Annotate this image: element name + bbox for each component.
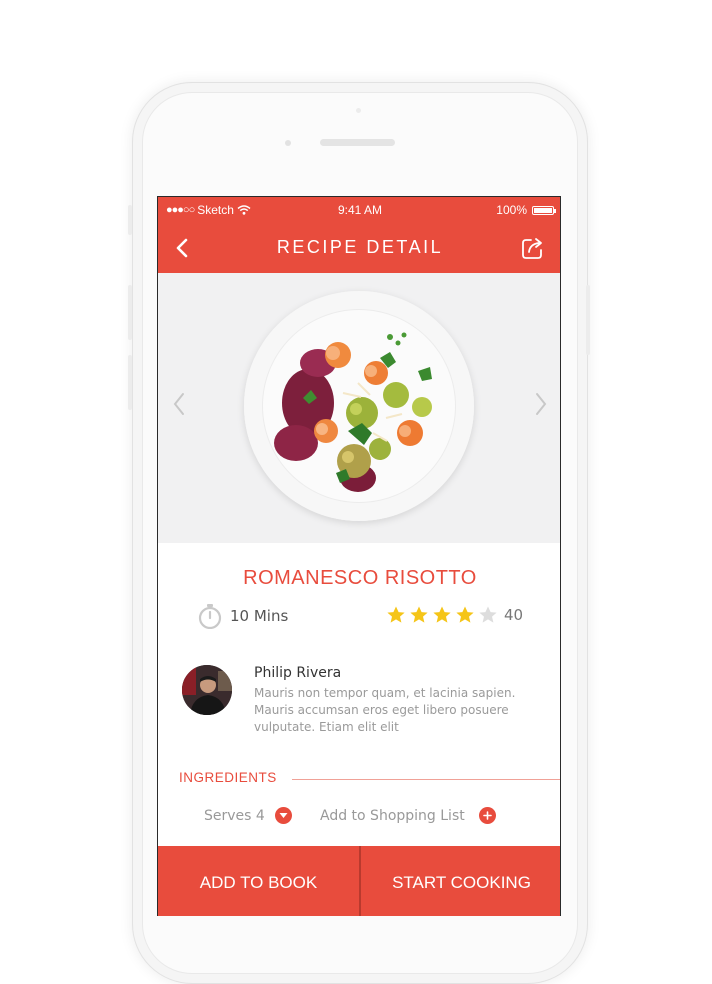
shopping-list-label: Add to Shopping List bbox=[320, 807, 465, 824]
battery-icon bbox=[532, 205, 556, 215]
stopwatch-icon bbox=[198, 604, 222, 629]
recipe-image bbox=[158, 273, 560, 543]
ingredient-options: Serves 4 Add to Shopping List bbox=[158, 807, 560, 829]
recipe-meta: 10 Mins 40 bbox=[158, 603, 560, 631]
nav-bar: RECIPE DETAIL bbox=[158, 223, 560, 273]
author-bio: Mauris non tempor quam, et lacinia sapie… bbox=[254, 686, 516, 734]
action-bar: ADD TO BOOK START COOKING bbox=[158, 846, 560, 916]
earpiece-speaker bbox=[320, 139, 395, 146]
serves-label: Serves 4 bbox=[204, 807, 265, 824]
chevron-right-icon bbox=[536, 393, 547, 415]
status-battery-group: 100% bbox=[496, 203, 556, 217]
battery-percent: 100% bbox=[496, 203, 527, 217]
share-icon bbox=[522, 238, 542, 259]
cook-time: 10 Mins bbox=[198, 603, 288, 629]
rating-stars bbox=[386, 605, 498, 625]
rating-count: 40 bbox=[504, 606, 524, 624]
start-cooking-button[interactable]: START COOKING bbox=[361, 846, 560, 916]
star-filled-icon bbox=[433, 606, 451, 623]
food-illustration bbox=[274, 332, 432, 492]
ingredients-heading: INGREDIENTS bbox=[179, 770, 277, 785]
plus-icon bbox=[478, 807, 496, 824]
page-title: RECIPE DETAIL bbox=[276, 237, 444, 257]
proximity-sensor bbox=[356, 108, 361, 113]
divider bbox=[292, 779, 560, 780]
add-to-book-button[interactable]: ADD TO BOOK bbox=[158, 846, 359, 916]
rating: 40 bbox=[386, 605, 523, 625]
share-button[interactable] bbox=[520, 235, 546, 261]
avatar[interactable] bbox=[182, 665, 232, 715]
recipe-title: ROMANESCO RISOTTO bbox=[243, 567, 477, 589]
serves-dropdown[interactable]: Serves 4 bbox=[204, 807, 292, 824]
star-empty-icon bbox=[479, 606, 497, 623]
author-photo bbox=[182, 665, 232, 715]
cook-time-value: 10 Mins bbox=[230, 607, 289, 625]
power-button bbox=[586, 285, 590, 355]
volume-up-button bbox=[128, 285, 132, 340]
next-image-button[interactable] bbox=[532, 391, 550, 417]
add-to-shopping-list-button[interactable]: Add to Shopping List bbox=[320, 807, 496, 824]
chevron-down-icon bbox=[274, 807, 292, 824]
front-camera bbox=[285, 140, 291, 146]
app-screen: ●●●○○ Sketch 9:41 AM 100% RECIPE DETAIL bbox=[157, 196, 561, 916]
star-filled-icon bbox=[387, 606, 405, 623]
status-bar: ●●●○○ Sketch 9:41 AM 100% bbox=[158, 197, 560, 223]
volume-down-button bbox=[128, 355, 132, 410]
star-filled-icon bbox=[456, 606, 474, 623]
star-filled-icon bbox=[410, 606, 428, 623]
author-name: Philip Rivera bbox=[254, 665, 342, 681]
mute-switch bbox=[128, 205, 132, 235]
